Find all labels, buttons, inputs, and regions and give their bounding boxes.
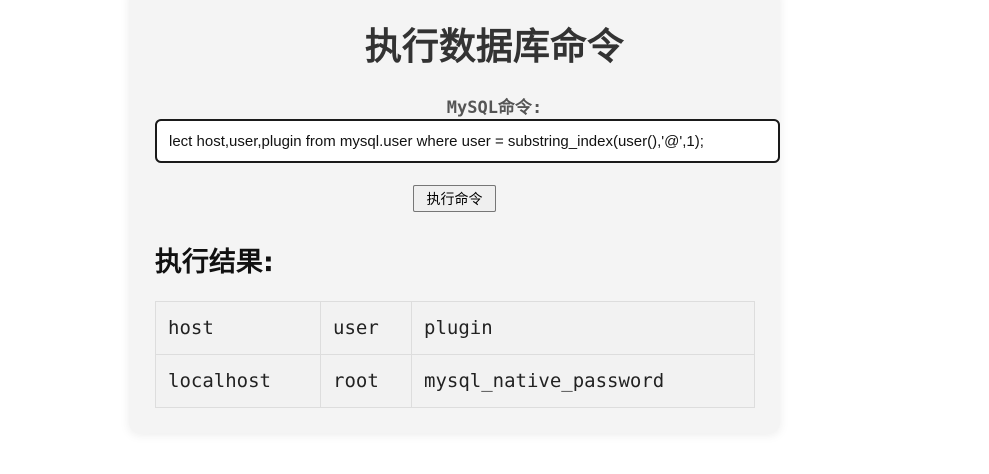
command-label: MySQL命令: (446, 98, 543, 118)
execute-command-button[interactable]: 执行命令 (413, 185, 496, 212)
result-table: host user plugin localhost root mysql_na… (155, 301, 755, 408)
page-title: 执行数据库命令 (365, 25, 624, 68)
table-row: localhost root mysql_native_password (155, 354, 755, 408)
column-header-host: host (155, 301, 321, 355)
table-header-row: host user plugin (155, 301, 755, 355)
cell-host: localhost (155, 354, 321, 408)
command-input[interactable] (155, 119, 780, 163)
cell-user: root (320, 354, 412, 408)
column-header-user: user (320, 301, 412, 355)
result-heading: 执行结果: (155, 247, 274, 278)
cell-plugin: mysql_native_password (411, 354, 755, 408)
column-header-plugin: plugin (411, 301, 755, 355)
